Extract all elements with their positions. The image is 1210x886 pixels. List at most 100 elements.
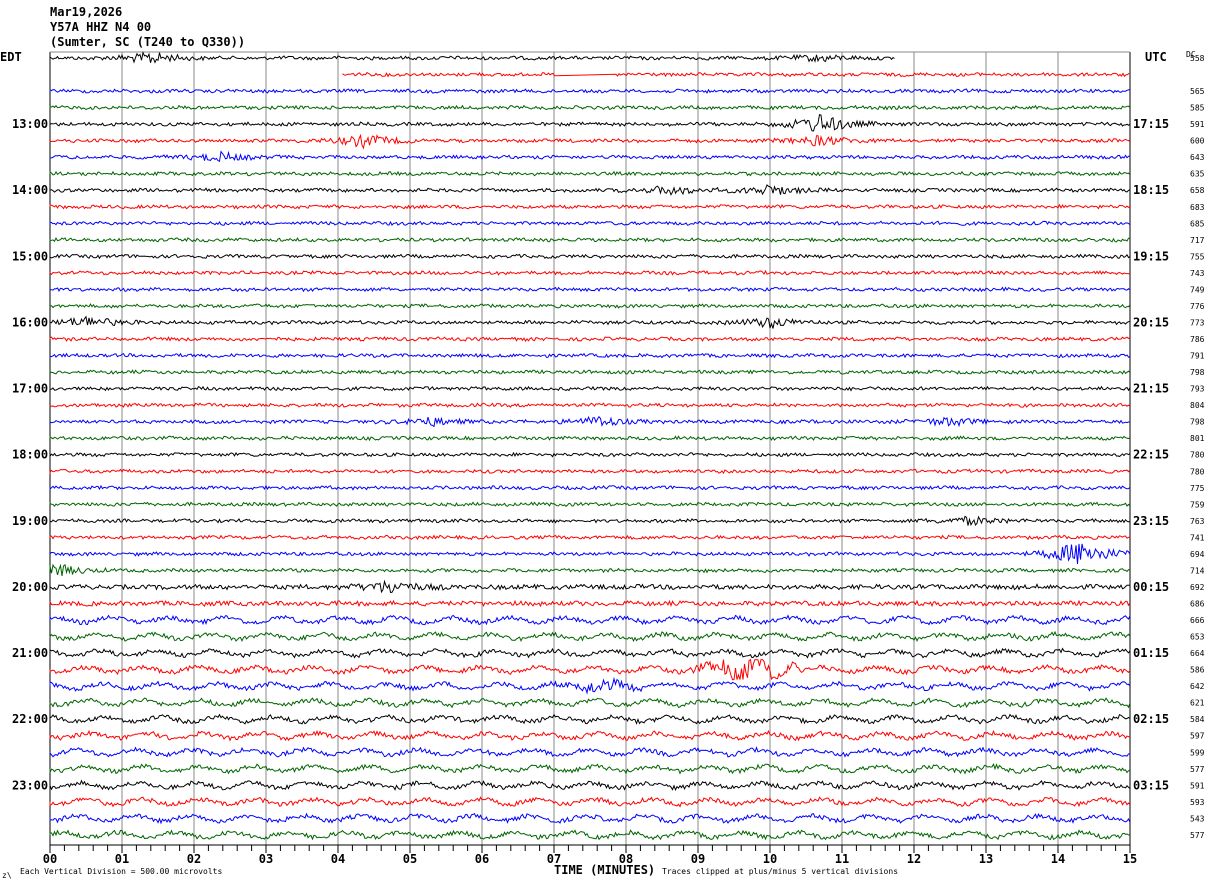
trace-18 <box>49 352 1131 359</box>
dc-offset-label: 599 <box>1190 748 1205 757</box>
scale-note: Each Vertical Division = 500.00 microvol… <box>20 867 222 876</box>
dc-offset-label: 714 <box>1190 566 1205 575</box>
trace-3 <box>49 104 1131 111</box>
x-tick-label: 04 <box>331 852 345 866</box>
title-station: Y57A HHZ N4 00 <box>50 20 151 34</box>
trace-21 <box>49 402 1131 408</box>
trace-1 <box>342 71 1130 78</box>
x-tick-label: 15 <box>1123 852 1137 866</box>
x-tick-label: 02 <box>187 852 201 866</box>
right-hour-label: 19:15 <box>1133 249 1169 263</box>
trace-29 <box>49 534 1131 541</box>
dc-offset-label: 759 <box>1190 500 1205 509</box>
left-hour-label: 20:00 <box>12 580 48 594</box>
x-axis-title: TIME (MINUTES) <box>554 863 655 877</box>
dc-offset-label: 755 <box>1190 252 1205 261</box>
dc-offset-label: 543 <box>1190 814 1205 823</box>
trace-35 <box>49 630 1131 643</box>
trace-13 <box>49 269 1131 276</box>
trace-0 <box>49 51 895 64</box>
trace-39 <box>49 697 1131 709</box>
trace-5 <box>49 133 1131 150</box>
trace-43 <box>49 762 1131 775</box>
trace-38 <box>49 676 1131 695</box>
trace-46 <box>49 812 1131 825</box>
x-tick-label: 14 <box>1051 852 1065 866</box>
dc-offset-label: 798 <box>1190 368 1205 377</box>
dc-offset-label: 577 <box>1190 765 1205 774</box>
trace-8 <box>49 184 1131 196</box>
dc-offset-label: 717 <box>1190 236 1205 245</box>
left-hour-label: 23:00 <box>12 778 48 792</box>
trace-30 <box>49 543 1131 564</box>
x-tick-label: 01 <box>115 852 129 866</box>
seismic-traces <box>49 51 1131 841</box>
dc-offset-label: 743 <box>1190 269 1205 278</box>
trace-34 <box>49 614 1131 626</box>
right-hour-label: 21:15 <box>1133 382 1169 396</box>
trace-7 <box>49 170 1131 177</box>
dc-offset-label: 593 <box>1190 798 1205 807</box>
trace-33 <box>49 599 1131 608</box>
left-timezone-label: EDT <box>0 50 22 64</box>
trace-15 <box>49 303 1131 309</box>
dc-offset-label: 763 <box>1190 517 1205 526</box>
trace-27 <box>49 501 1131 508</box>
trace-28 <box>49 515 1131 527</box>
right-hour-label: 17:15 <box>1133 117 1169 131</box>
right-hour-label: 20:15 <box>1133 315 1169 329</box>
x-tick-label: 09 <box>691 852 705 866</box>
right-hour-label: 18:15 <box>1133 183 1169 197</box>
dc-offset-label: 780 <box>1190 451 1205 460</box>
dc-offset-label: 653 <box>1190 633 1205 642</box>
right-hour-label: 01:15 <box>1133 646 1169 660</box>
dc-offset-label: 591 <box>1190 781 1205 790</box>
dc-offset-labels: 558 565 585 591 600 643 635 658 683 685 717 755 743 7… <box>1190 54 1205 840</box>
dc-offset-label: 773 <box>1190 318 1205 327</box>
trace-12 <box>49 253 1131 260</box>
helicorder-plot: Mar19,2026 Y57A HHZ N4 00 (Sumter, SC (T… <box>0 5 1205 880</box>
dc-offset-label: 586 <box>1190 666 1205 675</box>
title-location: (Sumter, SC (T240 to Q330)) <box>50 35 245 49</box>
trace-37 <box>49 658 1131 681</box>
x-tick-label: 13 <box>979 852 993 866</box>
trace-31 <box>49 563 1131 576</box>
trace-40 <box>49 713 1131 725</box>
dc-offset-label: 666 <box>1190 616 1205 625</box>
trace-17 <box>49 336 1131 342</box>
trace-36 <box>49 647 1131 659</box>
trace-16 <box>49 315 1131 329</box>
left-hour-label: 19:00 <box>12 514 48 528</box>
x-tick-label: 11 <box>835 852 849 866</box>
dc-offset-label: 643 <box>1190 153 1205 162</box>
left-hour-labels: 13:00 14:00 15:00 16:00 17:00 18:00 19:00 20:00… <box>12 117 48 792</box>
dc-offset-label: 584 <box>1190 715 1205 724</box>
trace-22 <box>49 415 1130 428</box>
trace-25 <box>49 468 1131 475</box>
title-date: Mar19,2026 <box>50 5 122 19</box>
trace-20 <box>49 385 1131 392</box>
dc-offset-label: 775 <box>1190 484 1205 493</box>
trace-32 <box>49 579 1131 594</box>
right-hour-label: 00:15 <box>1133 580 1169 594</box>
right-hour-label: 02:15 <box>1133 712 1169 726</box>
dc-offset-label: 585 <box>1190 104 1205 113</box>
dc-offset-label: 642 <box>1190 682 1205 691</box>
dc-offset-label: 591 <box>1190 120 1205 129</box>
trace-42 <box>49 746 1131 758</box>
dc-offset-label: 780 <box>1190 467 1205 476</box>
trace-2 <box>49 88 1131 94</box>
dc-offset-label: 685 <box>1190 219 1205 228</box>
x-tick-label: 00 <box>43 852 57 866</box>
left-hour-label: 13:00 <box>12 117 48 131</box>
dc-offset-label: 683 <box>1190 203 1205 212</box>
trace-26 <box>49 484 1131 491</box>
dc-offset-label: 600 <box>1190 137 1205 146</box>
left-hour-label: 22:00 <box>12 712 48 726</box>
x-tick-label: 10 <box>763 852 777 866</box>
right-hour-label: 22:15 <box>1133 448 1169 462</box>
dc-offset-label: 694 <box>1190 550 1205 559</box>
left-hour-label: 14:00 <box>12 183 48 197</box>
minute-gridlines <box>49 51 1131 845</box>
dc-offset-label: 635 <box>1190 170 1205 179</box>
